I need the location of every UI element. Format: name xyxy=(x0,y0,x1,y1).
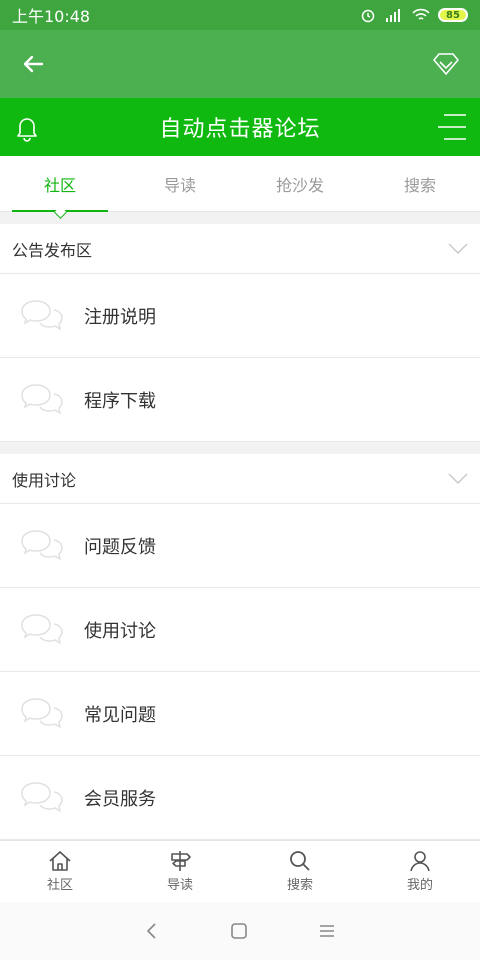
status-icons: 85 xyxy=(360,7,468,23)
tab-label: 抢沙发 xyxy=(275,175,324,195)
system-home-icon[interactable] xyxy=(230,922,248,940)
tab-guide[interactable]: 导读 xyxy=(120,156,240,211)
tab-community[interactable]: 社区 xyxy=(0,156,120,212)
status-time: 上午10:48 xyxy=(12,7,91,26)
nav-guide[interactable]: 导读 xyxy=(120,841,240,902)
tab-sofa[interactable]: 抢沙发 xyxy=(240,156,360,211)
list-item[interactable]: 问题反馈 xyxy=(0,504,480,588)
chevron-down-icon[interactable] xyxy=(448,243,468,255)
chat-bubble-icon xyxy=(21,299,63,331)
battery-level: 85 xyxy=(446,9,460,21)
search-icon xyxy=(290,851,310,871)
battery-icon: 85 xyxy=(438,8,468,22)
forum-title-bar: 自动点击器论坛 xyxy=(0,98,480,156)
nav-label: 导读 xyxy=(166,878,193,893)
chat-bubble-icon xyxy=(21,781,63,813)
section-title: 公告发布区 xyxy=(12,240,93,260)
diamond-icon[interactable] xyxy=(432,52,460,76)
chevron-down-icon[interactable] xyxy=(448,473,468,485)
alarm-icon xyxy=(361,9,375,23)
signal-icon xyxy=(386,9,400,22)
chat-bubble-icon xyxy=(21,383,63,415)
status-bar: 上午10:48 85 xyxy=(0,0,480,30)
section-title: 使用讨论 xyxy=(12,470,77,490)
tab-search[interactable]: 搜索 xyxy=(360,156,480,211)
back-arrow-icon[interactable] xyxy=(20,51,46,77)
forum-name: 使用讨论 xyxy=(84,620,156,642)
forum-list: 公告发布区 注册说明 程序下载 使用讨论 问题反馈 使用讨论 常见问题 会员服务 xyxy=(0,212,480,840)
nav-label: 社区 xyxy=(46,878,73,893)
nav-label: 搜索 xyxy=(286,878,313,893)
chat-bubble-icon xyxy=(21,697,63,729)
top-bar xyxy=(0,30,480,98)
list-item[interactable]: 会员服务 xyxy=(0,756,480,840)
home-icon xyxy=(49,851,71,871)
chat-bubble-icon xyxy=(21,529,63,561)
nav-mine[interactable]: 我的 xyxy=(360,841,480,902)
nav-community[interactable]: 社区 xyxy=(0,841,120,902)
tab-label: 社区 xyxy=(43,175,76,195)
section-header-announcements[interactable]: 公告发布区 xyxy=(0,224,480,274)
system-nav-bar xyxy=(0,902,480,960)
forum-name: 常见问题 xyxy=(84,704,156,726)
tab-label: 导读 xyxy=(163,175,196,195)
list-item[interactable]: 程序下载 xyxy=(0,358,480,442)
bell-icon[interactable] xyxy=(14,114,40,142)
tab-label: 搜索 xyxy=(403,175,436,195)
forum-name: 会员服务 xyxy=(84,788,156,810)
list-item[interactable]: 注册说明 xyxy=(0,274,480,358)
list-item[interactable]: 使用讨论 xyxy=(0,588,480,672)
page-title: 自动点击器论坛 xyxy=(159,117,321,142)
forum-name: 注册说明 xyxy=(84,306,156,328)
signpost-icon xyxy=(171,851,191,871)
system-recents-icon[interactable] xyxy=(318,922,336,940)
menu-icon[interactable] xyxy=(436,112,468,142)
tab-bar: 社区 导读 抢沙发 搜索 xyxy=(0,156,480,212)
user-icon xyxy=(410,851,430,872)
forum-name: 问题反馈 xyxy=(84,536,156,558)
wifi-icon xyxy=(412,8,430,20)
chat-bubble-icon xyxy=(21,613,63,645)
divider xyxy=(0,212,480,224)
nav-label: 我的 xyxy=(406,878,433,893)
forum-name: 程序下载 xyxy=(84,390,156,412)
section-header-discussion[interactable]: 使用讨论 xyxy=(0,454,480,504)
divider xyxy=(0,442,480,454)
nav-search[interactable]: 搜索 xyxy=(240,841,360,902)
system-back-icon[interactable] xyxy=(144,922,160,940)
list-item[interactable]: 常见问题 xyxy=(0,672,480,756)
bottom-nav: 社区 导读 搜索 我的 xyxy=(0,840,480,902)
